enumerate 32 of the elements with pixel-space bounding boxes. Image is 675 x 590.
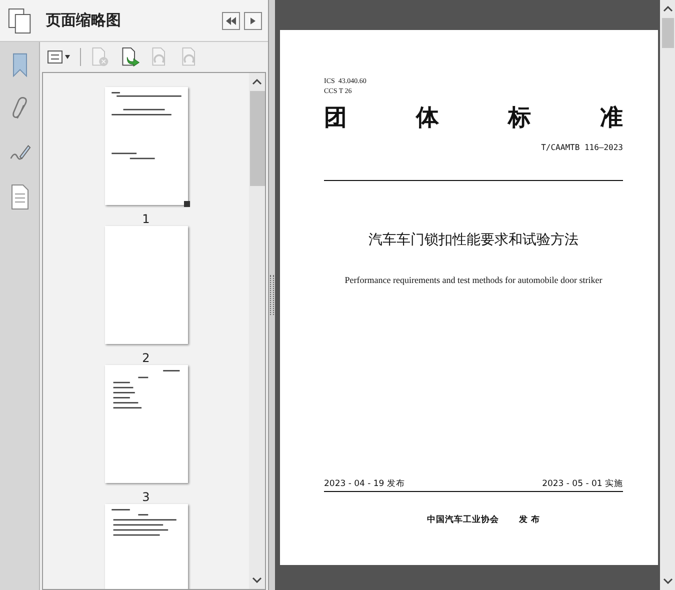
scroll-up-icon[interactable] [252, 79, 262, 85]
scroll-up-icon[interactable] [662, 6, 672, 12]
panel-title: 页面缩略图 [46, 11, 122, 30]
options-button[interactable] [46, 49, 72, 65]
page-number: 3 [142, 490, 150, 504]
page-thumbnail[interactable] [104, 87, 188, 205]
publish-label: 发 布 [519, 514, 540, 526]
pages-icon [8, 8, 32, 34]
scrollbar-thumb[interactable] [250, 91, 264, 186]
document-type-heading: 团 体 标 准 [324, 104, 623, 133]
scroll-down-icon[interactable] [252, 577, 262, 583]
expand-button[interactable] [244, 12, 262, 30]
scroll-down-icon[interactable] [662, 578, 672, 584]
standard-number: T/CAAMTB 116—2023 [541, 143, 623, 152]
double-left-arrow-icon [225, 16, 237, 26]
issue-date: 2023 - 04 - 19 发布 [324, 478, 405, 490]
page-thumbnail[interactable] [104, 365, 188, 483]
splitter-handle[interactable] [268, 0, 275, 590]
collapse-button[interactable] [222, 12, 240, 30]
effective-date: 2023 - 05 - 01 实施 [542, 478, 623, 490]
scrollbar[interactable] [249, 73, 265, 589]
scrollbar[interactable] [660, 0, 675, 590]
document-title: 汽车车门锁扣性能要求和试验方法 [368, 231, 578, 249]
page-thumbnail[interactable] [104, 226, 188, 344]
page-number: 1 [142, 212, 150, 226]
page-number: 2 [142, 351, 150, 365]
right-arrow-icon [248, 16, 258, 26]
document-icon[interactable] [8, 184, 30, 210]
page-thumbnail[interactable] [104, 504, 188, 589]
scrollbar-thumb[interactable] [662, 18, 674, 48]
publisher-name: 中国汽车工业协会 [427, 514, 500, 526]
english-title: Performance requirements and test methods for automobile door striker [344, 275, 602, 285]
